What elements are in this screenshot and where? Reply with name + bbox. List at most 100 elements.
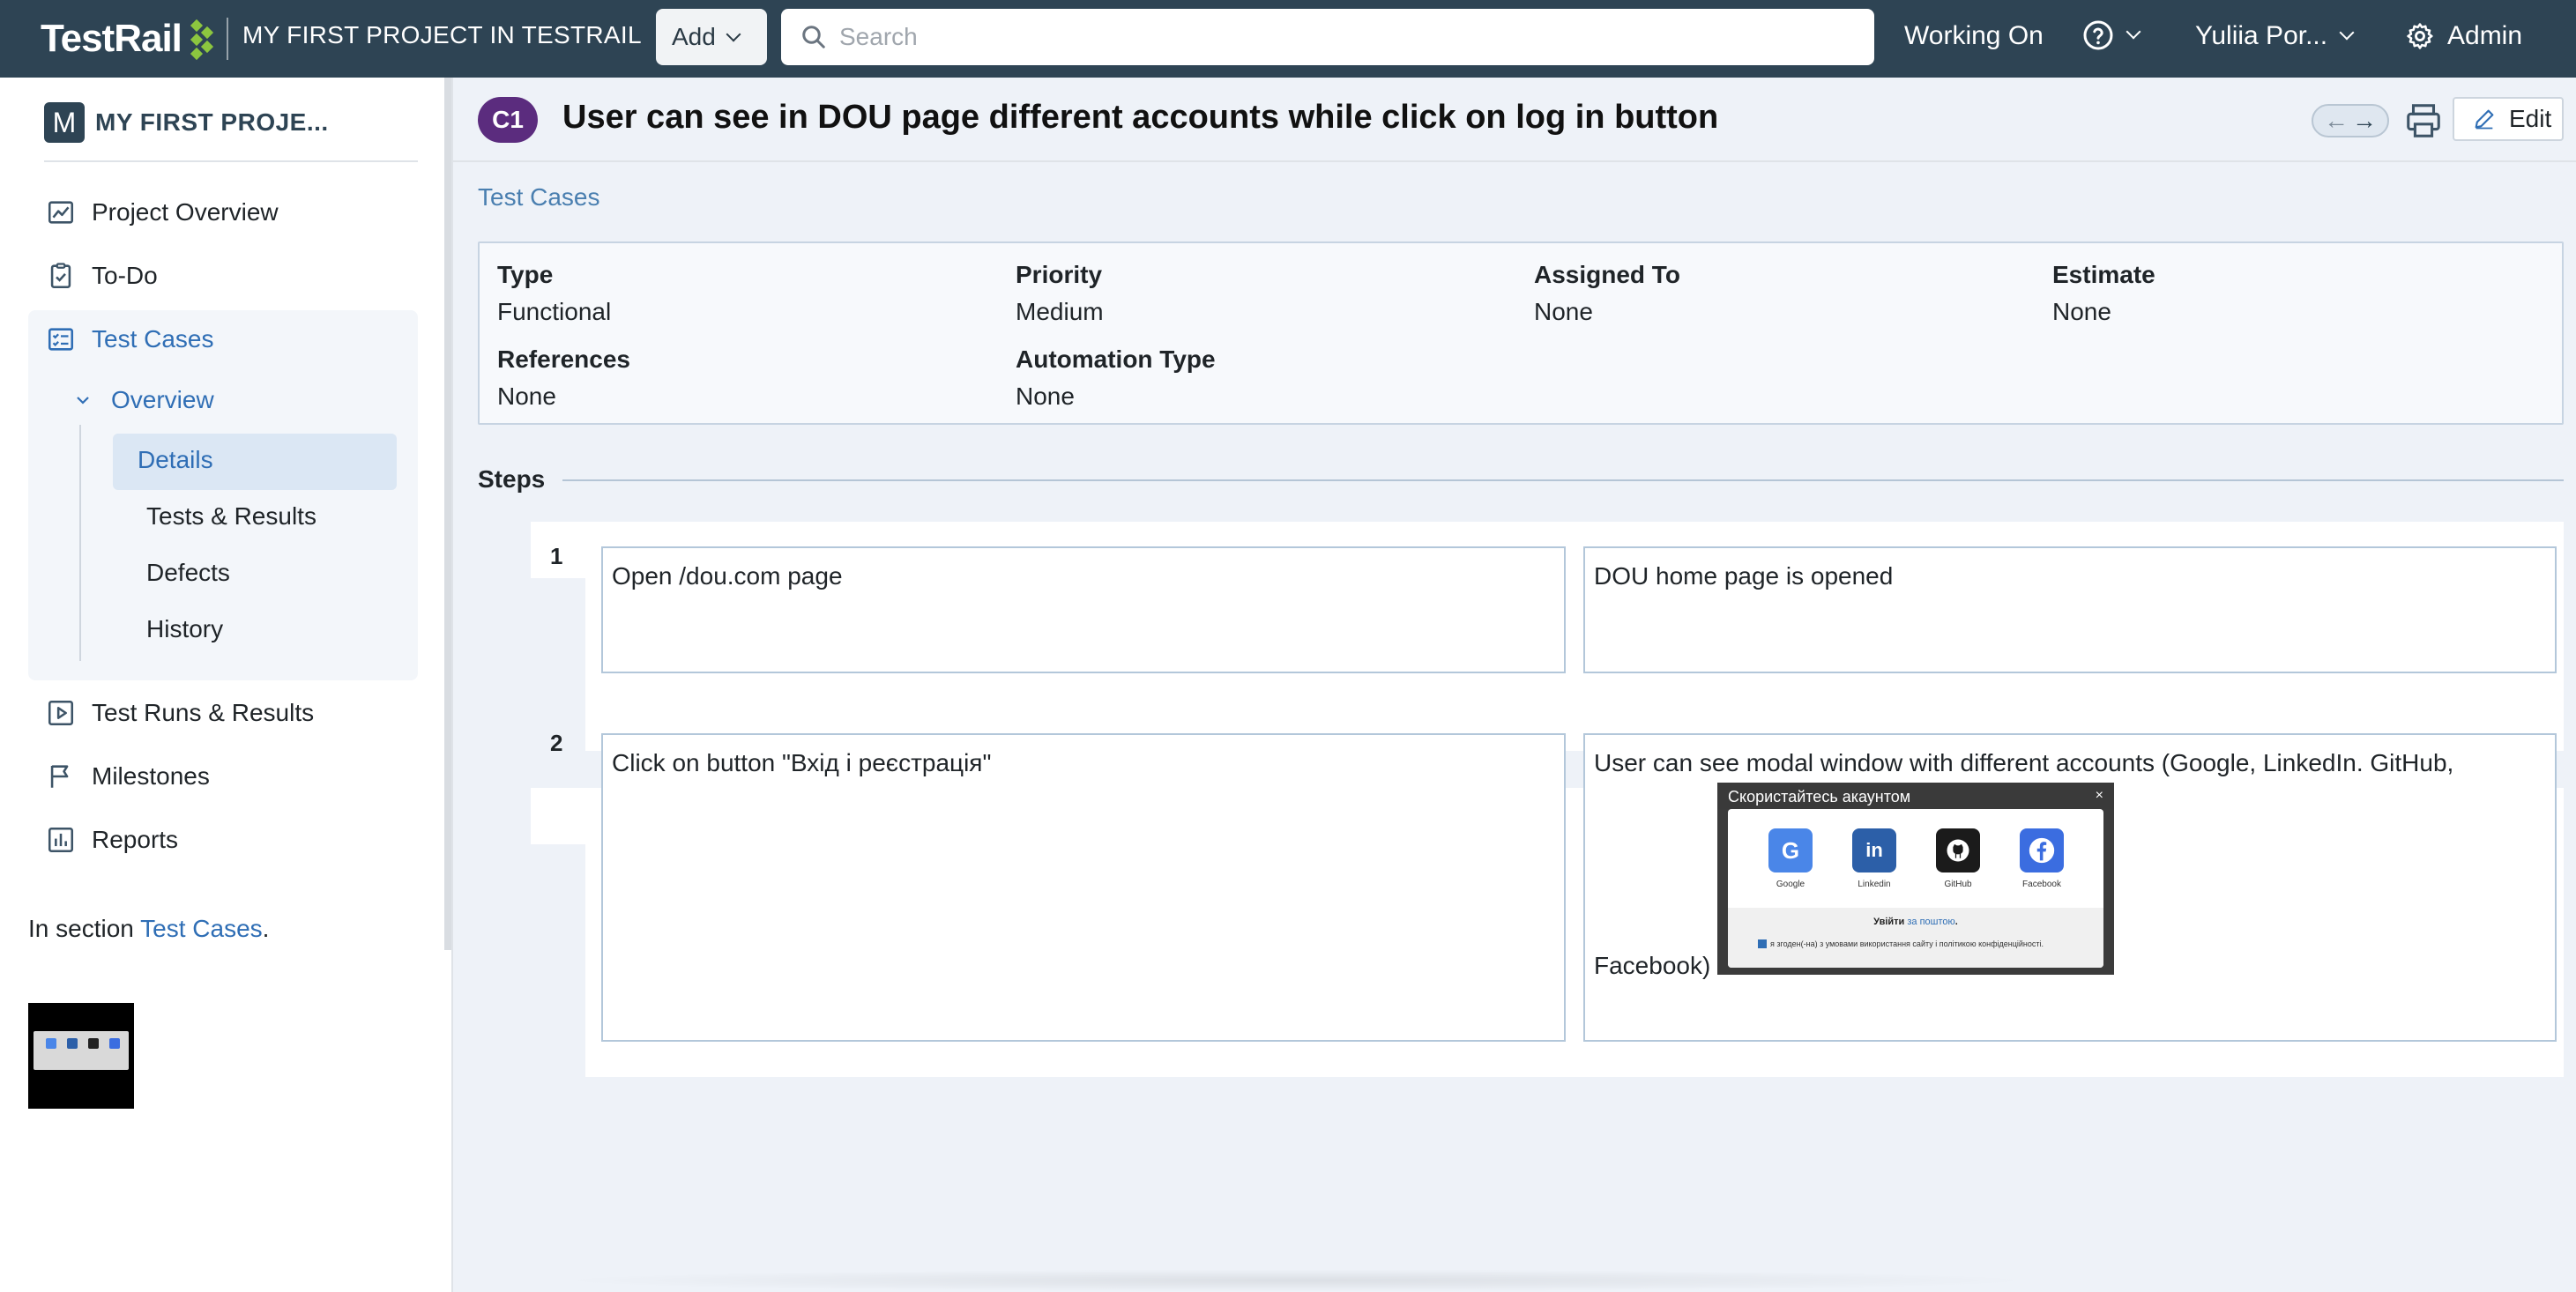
sidebar-item-label: Reports [92, 826, 179, 853]
chevron-down-icon [726, 26, 741, 42]
github-icon [1936, 828, 1980, 872]
main-content: C1 User can see in DOU page different ac… [453, 78, 2576, 1292]
account-google: G Google [1760, 828, 1821, 889]
sidebar-item-todo[interactable]: To-Do [46, 261, 158, 291]
facebook-icon [2020, 828, 2064, 872]
sidebar-item-label: Milestones [92, 762, 210, 790]
case-id-badge: C1 [478, 97, 538, 143]
sidebar-item-reports[interactable]: Reports [46, 825, 178, 855]
chart-line-icon [48, 201, 74, 224]
sidebar-item-label: Test Cases [92, 325, 214, 353]
chevron-down-icon [2339, 25, 2355, 41]
sidebar-project[interactable]: M MY FIRST PROJE... [44, 102, 329, 143]
next-arrow-icon[interactable]: → [2352, 108, 2377, 133]
test-cases-icon [48, 328, 74, 351]
print-icon[interactable] [2403, 100, 2444, 141]
property-priority: Priority Medium [1016, 261, 1104, 326]
testrail-logo[interactable]: TestRail [41, 16, 215, 62]
sidebar-scrollbar[interactable] [444, 78, 451, 950]
modal-title: Скористайтесь акаунтом [1728, 788, 1911, 806]
sidebar-item-test-runs[interactable]: Test Runs & Results [46, 698, 314, 728]
case-navigation: ← → [2312, 104, 2389, 137]
google-icon: G [1768, 828, 1813, 872]
in-section-suffix: . [262, 915, 270, 942]
clipboard-check-icon [50, 263, 71, 289]
property-value: None [1016, 382, 1075, 410]
sidebar-item-label: To-Do [92, 262, 158, 289]
logo-mark-icon [189, 18, 215, 61]
project-title[interactable]: MY FIRST PROJECT IN TESTRAIL [242, 21, 642, 49]
account-label: Google [1776, 880, 1805, 889]
property-label: Automation Type [1016, 345, 1216, 373]
checkbox-icon [1758, 939, 1767, 948]
close-icon: × [2095, 788, 2103, 803]
bottom-shadow [547, 1269, 2045, 1292]
help-icon [2083, 20, 2113, 50]
sidebar-item-label: Test Runs & Results [92, 699, 315, 726]
user-menu[interactable]: Yuliia Por... [2195, 21, 2355, 51]
expected-text-line-2: Facebook) [1594, 952, 1711, 979]
account-linkedin: in Linkedin [1843, 828, 1905, 889]
property-estimate: Estimate None [2052, 261, 2155, 326]
sidebar-item-overview[interactable]: Overview [72, 386, 214, 414]
step-action[interactable]: Click on button "Вхід і реєстрація" [601, 733, 1566, 1042]
step-action[interactable]: Open /dou.com page [601, 546, 1566, 673]
sidebar-item-defects[interactable]: Defects [146, 559, 230, 587]
user-name: Yuliia Por... [2195, 21, 2328, 50]
mail-login-line: Увійти за поштою. [1728, 917, 2103, 927]
sidebar-item-history[interactable]: History [146, 615, 223, 643]
step-expected-result[interactable]: DOU home page is opened [1583, 546, 2557, 673]
case-title: User can see in DOU page different accou… [562, 99, 1719, 136]
account-label: GitHub [1944, 880, 1972, 889]
mail-link: за поштою [1907, 917, 1955, 927]
property-label: Type [497, 261, 554, 288]
linkedin-icon: in [1852, 828, 1896, 872]
previous-arrow-icon[interactable]: ← [2324, 108, 2349, 133]
property-value: Functional [497, 298, 612, 325]
property-label: Estimate [2052, 261, 2155, 288]
in-section-text: In section Test Cases. [28, 915, 269, 943]
modal-body: G Google in Linkedin GitHub Facebook Уві… [1728, 809, 2103, 968]
pencil-icon [2475, 109, 2494, 130]
edit-button[interactable]: Edit [2453, 97, 2564, 141]
chevron-down-icon [77, 397, 89, 405]
in-section-prefix: In section [28, 915, 134, 942]
property-label: Assigned To [1534, 261, 1680, 288]
embedded-modal-screenshot[interactable]: Скористайтесь акаунтом × G Google in Lin… [1717, 783, 2114, 975]
bar-chart-icon [48, 827, 74, 853]
sidebar-project-name: MY FIRST PROJE... [95, 108, 329, 136]
search-input[interactable] [839, 23, 1809, 51]
agree-line: я згоден(-на) з умовами використання сай… [1758, 939, 2044, 948]
working-on-label: Working On [1904, 21, 2044, 50]
sidebar-item-test-cases[interactable]: Test Cases [46, 324, 214, 354]
add-button[interactable]: Add [656, 9, 767, 65]
sidebar-item-tests-results[interactable]: Tests & Results [146, 502, 316, 531]
admin-link[interactable]: Admin [2405, 21, 2522, 51]
account-label: Facebook [2022, 880, 2061, 889]
property-label: Priority [1016, 261, 1103, 288]
breadcrumb[interactable]: Test Cases [478, 183, 600, 212]
add-button-label: Add [672, 23, 716, 50]
sidebar-item-label: Overview [111, 386, 214, 413]
logo-divider [227, 18, 228, 60]
search-box[interactable] [781, 9, 1874, 65]
sidebar-item-milestones[interactable]: Milestones [46, 761, 210, 791]
attachment-thumbnail[interactable] [28, 1003, 134, 1109]
mail-prefix: Увійти [1873, 917, 1905, 927]
steps-divider [562, 479, 2564, 481]
sidebar: M MY FIRST PROJE... Project Overview To-… [0, 78, 451, 1292]
working-on-menu[interactable]: Working On [1904, 21, 2044, 51]
property-label: References [497, 345, 630, 373]
step-number: 1 [550, 543, 563, 569]
step-number-tab [531, 788, 585, 844]
account-facebook: Facebook [2011, 828, 2073, 889]
in-section-link[interactable]: Test Cases [140, 915, 263, 942]
thumbnail-modal-preview [34, 1031, 129, 1070]
expected-text-line-1: User can see modal window with different… [1594, 749, 2454, 776]
property-value: None [1534, 298, 1593, 325]
property-type: Type Functional [497, 261, 611, 326]
sidebar-item-project-overview[interactable]: Project Overview [46, 197, 279, 227]
sidebar-item-details[interactable]: Details [138, 446, 213, 474]
help-menu[interactable] [2082, 19, 2141, 51]
flag-icon [50, 765, 69, 788]
